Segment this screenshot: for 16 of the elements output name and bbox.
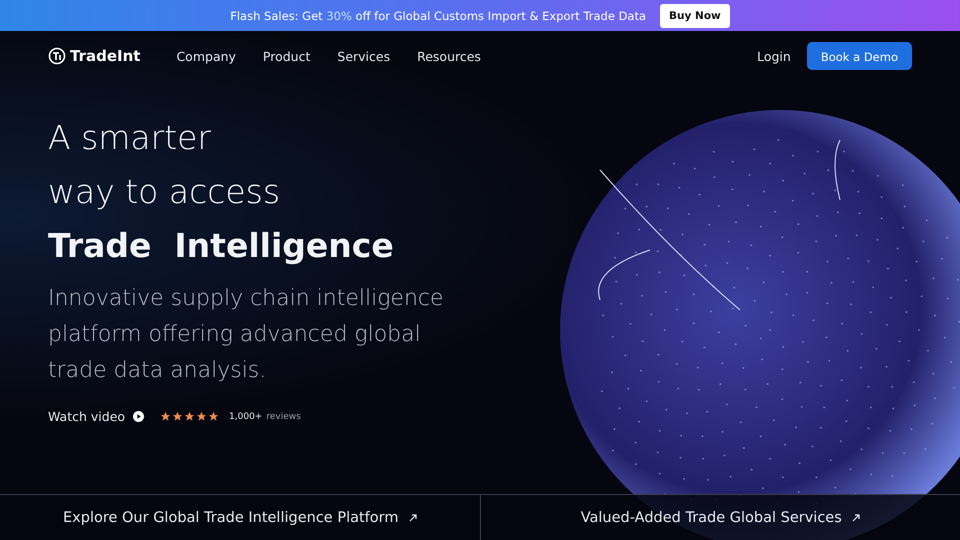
- hero-title-bold: Trade Intelligence: [48, 225, 395, 267]
- nav-link[interactable]: Services: [337, 48, 390, 64]
- hero-subtitle: Innovative supply chain intelligence platform offering advanced global trade data analysis.: [48, 285, 445, 385]
- nav-link[interactable]: Company: [176, 48, 236, 64]
- reviews-label: reviews: [266, 412, 301, 422]
- promo-text: Flash Sales: Get 30% off for Global Customs Import & Export Trade Data: [230, 8, 646, 22]
- logo-text: TradeInt: [70, 47, 140, 65]
- watch-video-link[interactable]: Watch video: [48, 409, 126, 424]
- nav-link[interactable]: Resources: [417, 48, 481, 64]
- nav-link[interactable]: Product: [262, 48, 310, 64]
- buy-now-button[interactable]: Buy Now: [660, 4, 730, 28]
- login-link[interactable]: Login: [757, 48, 791, 64]
- hero-title: way to access: [48, 171, 282, 213]
- reviews-count: 1,000+: [229, 412, 262, 422]
- book-demo-button[interactable]: Book a Demo: [806, 42, 912, 70]
- hero-title: A smarter: [48, 117, 212, 159]
